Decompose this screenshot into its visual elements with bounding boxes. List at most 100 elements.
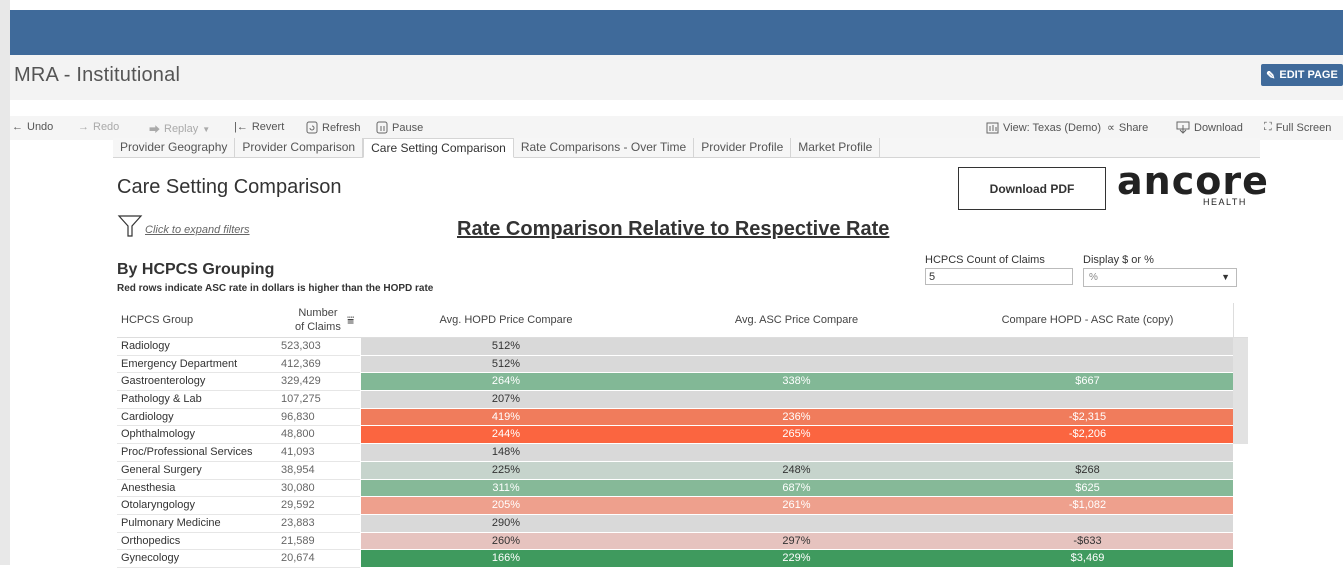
table-row[interactable]: Proc/Professional Services 41,093 148%	[117, 444, 1248, 462]
table-row[interactable]: Cardiology 96,830 419% 236% -$2,315	[117, 408, 1248, 427]
spacer	[10, 100, 1343, 116]
row-hopd: 205%	[361, 497, 651, 515]
row-compare: $667	[942, 373, 1233, 392]
tab-provider-geography[interactable]: Provider Geography	[113, 138, 236, 157]
revert-button[interactable]: |← Revert	[234, 121, 284, 133]
logo-sub: HEALTH	[1203, 197, 1247, 207]
pause-button[interactable]: Pause	[376, 121, 423, 134]
frame-border	[0, 0, 10, 565]
tab-rate-comparisons-over-time[interactable]: Rate Comparisons - Over Time	[513, 138, 695, 157]
share-icon: ∝	[1107, 122, 1115, 134]
row-compare: -$633	[942, 532, 1233, 551]
filter-icon[interactable]	[117, 214, 143, 238]
row-hopd: 311%	[361, 479, 651, 498]
undo-label: Undo	[27, 121, 54, 133]
col-hopd[interactable]: Avg. HOPD Price Compare	[361, 303, 651, 337]
row-hopd: 290%	[361, 514, 651, 533]
row-group: Gynecology	[117, 550, 277, 568]
row-asc: 687%	[651, 479, 942, 498]
row-hopd: 207%	[361, 391, 651, 409]
download-button[interactable]: Download	[1176, 121, 1243, 134]
redo-label: Redo	[93, 121, 120, 133]
table-row[interactable]: Anesthesia 30,080 311% 687% $625	[117, 479, 1248, 498]
table-row[interactable]: Otolaryngology 29,592 205% 261% -$1,082	[117, 497, 1248, 515]
table-row[interactable]: General Surgery 38,954 225% 248% $268	[117, 461, 1248, 480]
table-row[interactable]: Emergency Department 412,369 512%	[117, 355, 1248, 374]
row-asc	[651, 338, 942, 356]
fullscreen-button[interactable]: ⛶ Full Screen	[1264, 121, 1331, 134]
row-group: Orthopedics	[117, 533, 277, 551]
sort-icon[interactable]: ⩸	[347, 303, 354, 337]
row-claims: 523,303	[277, 338, 360, 356]
expand-filters-link[interactable]: Click to expand filters	[145, 224, 250, 236]
col-hcpcs-group[interactable]: HCPCS Group	[121, 303, 193, 337]
row-compare: -$2,315	[942, 408, 1233, 427]
table-row[interactable]: Radiology 523,303 512%	[117, 338, 1248, 356]
row-scroll-gutter	[1233, 408, 1248, 427]
row-hopd: 260%	[361, 532, 651, 551]
row-compare	[942, 391, 1233, 409]
share-button[interactable]: ∝ Share	[1107, 121, 1148, 135]
row-hopd: 512%	[361, 355, 651, 374]
row-asc: 297%	[651, 532, 942, 551]
logo-main: ancore	[1117, 159, 1269, 203]
row-group: Radiology	[117, 338, 277, 356]
row-scroll-gutter	[1233, 550, 1248, 568]
row-asc: 248%	[651, 461, 942, 480]
revert-icon: |←	[234, 121, 248, 133]
hcpcs-count-label: HCPCS Count of Claims	[925, 254, 1045, 266]
tab-care-setting-comparison[interactable]: Care Setting Comparison	[363, 138, 514, 158]
row-claims: 412,369	[277, 356, 360, 374]
row-scroll-gutter	[1233, 462, 1248, 480]
row-group: Pulmonary Medicine	[117, 515, 277, 533]
row-claims: 29,592	[277, 497, 360, 515]
row-hopd: 225%	[361, 461, 651, 480]
row-claims: 20,674	[277, 550, 360, 568]
col-number-of-claims[interactable]: Number of Claims	[295, 303, 341, 337]
view-button[interactable]: View: Texas (Demo)	[985, 121, 1101, 134]
row-asc: 236%	[651, 408, 942, 427]
display-mode-select[interactable]: % ▼	[1083, 268, 1237, 287]
replay-label: Replay	[164, 123, 199, 135]
row-group: Anesthesia	[117, 480, 277, 498]
table-row[interactable]: Gastroenterology 329,429 264% 338% $667	[117, 373, 1248, 392]
dashboard-title: Care Setting Comparison	[117, 176, 342, 198]
col-asc[interactable]: Avg. ASC Price Compare	[651, 303, 942, 337]
redo-button[interactable]: → Redo	[78, 121, 119, 133]
table-row[interactable]: Pulmonary Medicine 23,883 290%	[117, 514, 1248, 533]
table-row[interactable]: Ophthalmology 48,800 244% 265% -$2,206	[117, 426, 1248, 445]
hcpcs-count-input[interactable]: 5	[925, 268, 1073, 285]
table-row[interactable]: Orthopedics 21,589 260% 297% -$633	[117, 532, 1248, 551]
row-hopd: 419%	[361, 408, 651, 427]
refresh-label: Refresh	[322, 121, 361, 134]
row-compare: $3,469	[942, 550, 1233, 568]
fullscreen-icon: ⛶	[1264, 121, 1272, 133]
refresh-button[interactable]: Refresh	[306, 121, 361, 134]
edit-page-button[interactable]: ✎ EDIT PAGE	[1261, 64, 1343, 86]
display-mode-label: Display $ or %	[1083, 254, 1154, 266]
row-compare	[942, 444, 1233, 462]
row-group: Cardiology	[117, 409, 277, 427]
header-divider	[1233, 303, 1234, 337]
replay-button[interactable]: ⮕ Replay ▼	[149, 121, 210, 137]
revert-label: Revert	[251, 121, 285, 133]
table-row[interactable]: Pathology & Lab 107,275 207%	[117, 391, 1248, 409]
page-title: MRA - Institutional	[14, 64, 181, 86]
tab-market-profile[interactable]: Market Profile	[791, 138, 881, 157]
tab-provider-profile[interactable]: Provider Profile	[694, 138, 792, 157]
section-subtitle: Red rows indicate ASC rate in dollars is…	[117, 283, 434, 294]
col-compare[interactable]: Compare HOPD - ASC Rate (copy)	[942, 303, 1233, 337]
tab-provider-comparison[interactable]: Provider Comparison	[235, 138, 364, 157]
fullscreen-label: Full Screen	[1275, 121, 1332, 134]
row-compare	[942, 514, 1233, 533]
row-group: Pathology & Lab	[117, 391, 277, 409]
undo-button[interactable]: ← Undo	[12, 121, 53, 133]
row-claims: 38,954	[277, 462, 360, 480]
row-claims: 107,275	[277, 391, 360, 409]
row-compare: -$2,206	[942, 426, 1233, 445]
row-hopd: 512%	[361, 338, 651, 356]
row-asc	[651, 355, 942, 374]
hcpcs-table: HCPCS Group Number of Claims ⩸ Avg. HOPD…	[117, 303, 1248, 568]
table-row[interactable]: Gynecology 20,674 166% 229% $3,469	[117, 550, 1248, 568]
download-pdf-button[interactable]: Download PDF	[958, 167, 1106, 210]
